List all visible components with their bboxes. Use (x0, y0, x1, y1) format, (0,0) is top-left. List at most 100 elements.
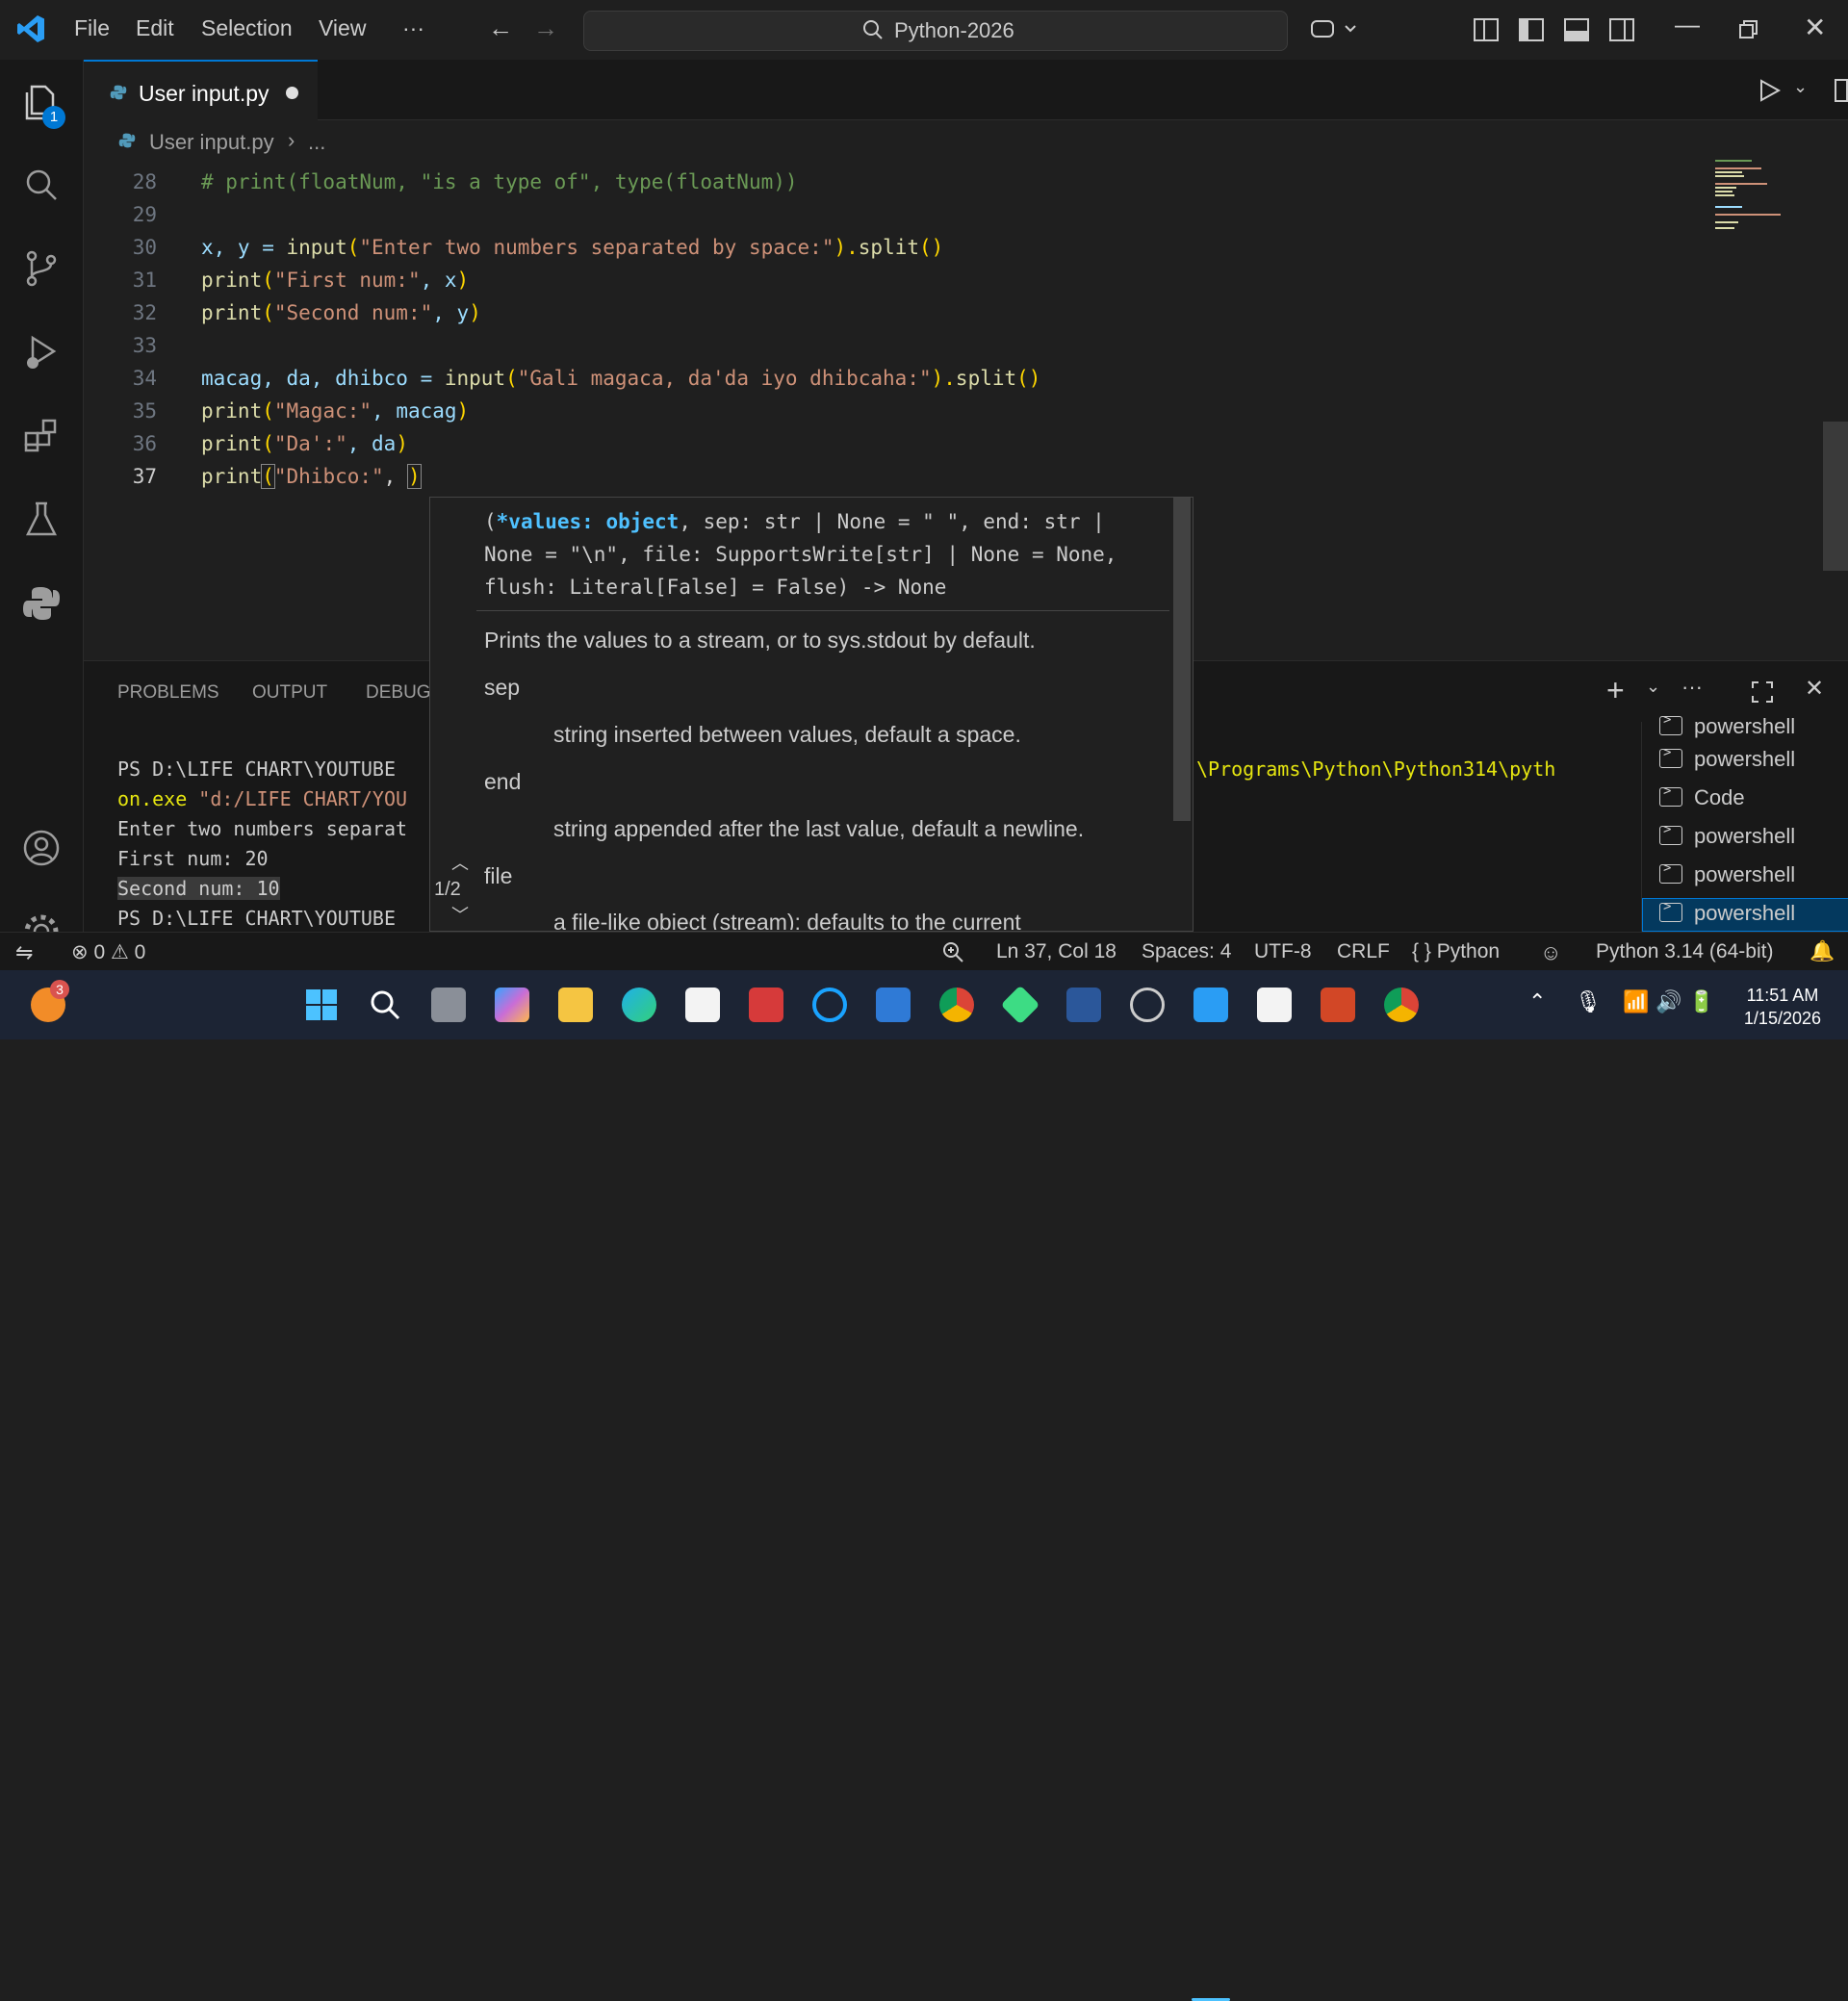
python-interpreter[interactable]: Python 3.14 (64-bit) (1596, 940, 1773, 963)
menu-file[interactable]: File (74, 15, 110, 41)
forward-arrow-icon[interactable]: → (533, 13, 558, 43)
errors-status[interactable]: ⊗ 0 ⚠ 0 (71, 940, 145, 964)
openai-app-icon[interactable] (1130, 988, 1165, 1022)
terminal-item[interactable]: powershell (1659, 745, 1795, 772)
outlook-icon[interactable] (876, 988, 911, 1022)
unsaved-dot-icon[interactable] (286, 87, 298, 99)
customize-layout-icon[interactable] (1473, 16, 1500, 43)
notifications-bell-icon[interactable]: 🔔 (1810, 940, 1835, 963)
error-icon: ⊗ (71, 941, 89, 963)
tab-output[interactable]: OUTPUT (252, 682, 327, 704)
run-dropdown-chevron-icon[interactable]: ⌄ (1793, 77, 1808, 97)
code-token: "Gali magaca, da'da iyo dhibcaha:" (517, 367, 932, 390)
panel-more-actions-icon[interactable]: ··· (1681, 675, 1703, 700)
tab-user-input-py[interactable]: User input.py (84, 60, 318, 122)
toggle-sidebar-icon[interactable] (1518, 16, 1545, 43)
code-token: ( (262, 399, 274, 423)
clock-date: 1/15/2026 (1743, 1009, 1821, 1028)
run-python-file-icon[interactable] (1756, 77, 1783, 104)
source-control-icon[interactable] (19, 246, 64, 291)
powerpoint-icon[interactable] (1321, 988, 1355, 1022)
terminal-item[interactable]: powershell (1659, 822, 1795, 849)
signature-text: , sep: str | None = " ", end: str | (679, 510, 1105, 533)
toggle-panel-icon[interactable] (1563, 16, 1590, 43)
python-icon[interactable] (19, 581, 64, 626)
chrome-icon[interactable] (939, 988, 974, 1022)
language-mode[interactable]: { } Python (1412, 940, 1500, 963)
next-overload-chevron-icon[interactable]: ﹀ (451, 902, 469, 927)
tab-debug-console[interactable]: DEBUG (366, 682, 431, 704)
android-studio-icon[interactable] (1000, 985, 1040, 1025)
doc-param-name: file (484, 863, 513, 888)
signature-help-popup[interactable]: (*values: object, sep: str | None = " ",… (429, 497, 1194, 932)
back-arrow-icon[interactable]: ← (488, 13, 513, 43)
vscode-taskbar-icon[interactable] (1194, 988, 1228, 1022)
end-of-line[interactable]: CRLF (1337, 940, 1390, 963)
breadcrumb-symbols[interactable]: ... (308, 130, 325, 155)
antivirus-shield-icon[interactable] (749, 988, 783, 1022)
terminal-item[interactable]: powershell (1659, 860, 1795, 887)
terminal-item[interactable]: powershell (1659, 712, 1795, 739)
minimap[interactable] (1713, 159, 1800, 236)
wifi-icon[interactable]: 📶 (1623, 989, 1649, 1014)
tab-problems[interactable]: PROBLEMS (117, 682, 219, 704)
search-icon[interactable] (368, 988, 402, 1022)
breadcrumb-file[interactable]: User input.py (149, 130, 274, 155)
volume-icon[interactable]: 🔊 (1656, 989, 1681, 1014)
new-terminal-plus-icon[interactable]: + (1606, 673, 1625, 708)
microsoft-store-icon[interactable] (685, 988, 720, 1022)
minimize-icon[interactable]: — (1675, 10, 1700, 39)
code-token: "First num:" (273, 269, 421, 292)
terminal-item-active[interactable]: powershell (1659, 899, 1795, 926)
line-number-current: 37 (132, 465, 157, 488)
system-clock[interactable]: 11:51 AM 1/15/2026 (1744, 984, 1821, 1030)
battery-icon[interactable]: 🔋 (1688, 989, 1714, 1014)
toggle-secondary-sidebar-icon[interactable] (1608, 16, 1635, 43)
menu-selection[interactable]: Selection (201, 15, 293, 41)
cursor-position[interactable]: Ln 37, Col 18 (996, 940, 1116, 963)
run-debug-icon[interactable] (19, 330, 64, 374)
windows-start-icon[interactable] (304, 988, 339, 1022)
word-icon[interactable] (1066, 988, 1101, 1022)
account-icon[interactable] (19, 826, 64, 870)
code-token: ) (456, 399, 470, 423)
divider (476, 610, 1169, 611)
popup-scrollbar[interactable] (1173, 498, 1191, 821)
menu-view[interactable]: View (319, 15, 366, 41)
maximize-panel-icon[interactable] (1751, 680, 1774, 704)
prev-overload-chevron-icon[interactable]: ︿ (451, 850, 469, 875)
terminal-item[interactable]: Code (1659, 783, 1745, 810)
testing-icon[interactable] (19, 498, 64, 542)
menu-edit[interactable]: Edit (136, 15, 174, 41)
command-center-search[interactable]: Python-2026 (583, 11, 1288, 51)
task-view-icon[interactable] (431, 988, 466, 1022)
microphone-icon[interactable]: 🎙 (1575, 989, 1602, 1014)
close-window-icon[interactable]: ✕ (1804, 12, 1826, 43)
terminal-item-label: Code (1694, 785, 1745, 809)
edge-browser-icon[interactable] (622, 988, 656, 1022)
split-editor-icon[interactable] (1834, 77, 1848, 104)
remote-icon[interactable]: ⇋ (15, 940, 33, 965)
extensions-icon[interactable] (19, 414, 64, 458)
code-token: () (1016, 367, 1041, 390)
close-panel-icon[interactable]: ✕ (1805, 675, 1824, 703)
chrome-profile-icon[interactable] (1384, 988, 1419, 1022)
editor-scrollbar-thumb[interactable] (1823, 422, 1848, 571)
restore-icon[interactable] (1738, 19, 1759, 40)
cortana-ring-icon[interactable] (812, 988, 847, 1022)
code-token: ( (262, 269, 274, 292)
capcut-icon[interactable] (1257, 988, 1292, 1022)
file-explorer-icon[interactable] (558, 988, 593, 1022)
code-token: "Enter two numbers separated by space:" (359, 236, 834, 259)
copilot-icon[interactable] (1309, 16, 1357, 43)
show-hidden-icons-chevron-icon[interactable]: ⌃ (1528, 989, 1546, 1014)
encoding[interactable]: UTF-8 (1254, 940, 1312, 963)
copilot-status-icon[interactable]: ☺ (1540, 940, 1561, 965)
terminal-dropdown-chevron-icon[interactable]: ⌄ (1646, 677, 1660, 697)
copilot-app-icon[interactable] (495, 988, 529, 1022)
zoom-icon[interactable] (941, 940, 964, 963)
menu-more[interactable]: ··· (402, 15, 424, 41)
indentation[interactable]: Spaces: 4 (1142, 940, 1231, 963)
search-icon[interactable] (19, 163, 64, 207)
code-token: , (383, 465, 408, 488)
